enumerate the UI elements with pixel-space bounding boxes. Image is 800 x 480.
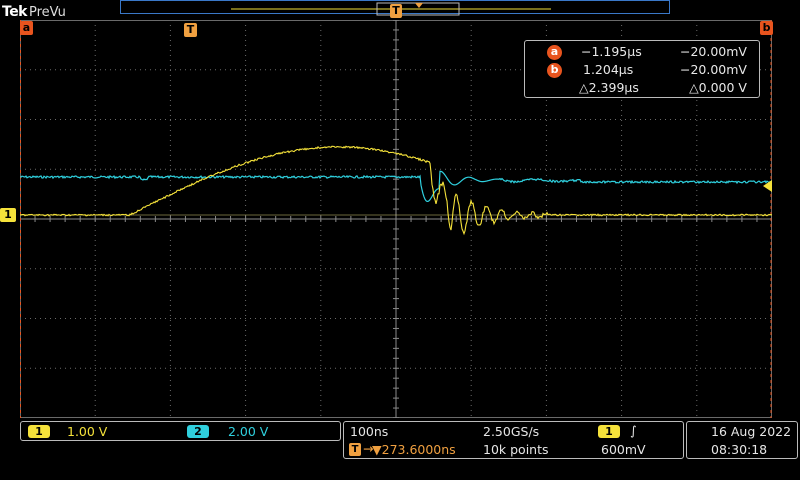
channel-scale-panel: 1 1.00 V 2 2.00 V	[20, 421, 341, 441]
trigger-slope-icon[interactable]: ∫	[630, 423, 637, 438]
cursor-a-badge: a	[547, 45, 562, 60]
trigger-time-marker[interactable]: T	[390, 4, 402, 18]
cursor-a-row: a −1.195µs −20.00mV	[525, 43, 759, 61]
trigger-source-badge[interactable]: 1	[598, 425, 620, 438]
time: 08:30:18	[711, 442, 768, 457]
time-per-div[interactable]: 100ns	[350, 424, 388, 439]
cursor-b-marker[interactable]: b	[760, 21, 773, 35]
record-length: 10k points	[483, 442, 549, 457]
oscilloscope-screen: Tek PreVu a b T T 1 a −1.195µs −20.00mV b…	[0, 0, 800, 480]
trigger-position-marker[interactable]: T	[184, 23, 197, 37]
ch2-scale[interactable]: 2.00 V	[228, 424, 268, 439]
ch1-scale[interactable]: 1.00 V	[67, 424, 107, 439]
cursor-delta-value: △0.000 V	[689, 80, 747, 95]
ch2-badge[interactable]: 2	[187, 425, 209, 438]
cursor-a-marker[interactable]: a	[20, 21, 33, 35]
brand-logo: Tek	[2, 4, 28, 20]
trigger-position[interactable]: ▼273.6000ns	[372, 442, 456, 457]
ch1-badge[interactable]: 1	[28, 425, 50, 438]
cursor-b-badge: b	[547, 63, 562, 78]
cursor-a-time: −1.195µs	[581, 44, 642, 59]
cursor-a-value: −20.00mV	[680, 44, 747, 59]
datetime-panel: 16 Aug 2022 08:30:18	[686, 421, 798, 459]
date: 16 Aug 2022	[711, 424, 792, 439]
ch1-ground-marker[interactable]: 1	[0, 208, 16, 222]
cursor-b-value: −20.00mV	[680, 62, 747, 77]
trigger-level[interactable]: 600mV	[601, 442, 646, 457]
horizontal-trigger-panel: 100ns 2.50GS/s 1 ∫ T → ▼273.6000ns 10k p…	[343, 421, 684, 459]
record-trigger-marker	[415, 3, 423, 8]
cursor-delta-time: △2.399µs	[579, 80, 639, 95]
cursor-b-row: b 1.204µs −20.00mV	[525, 61, 759, 79]
brand: Tek PreVu	[2, 1, 66, 20]
trigger-level-arrow[interactable]	[760, 180, 772, 192]
trigger-time-icon: T	[349, 443, 361, 456]
cursor-readout: a −1.195µs −20.00mV b 1.204µs −20.00mV △…	[524, 40, 760, 98]
cursor-b-time: 1.204µs	[583, 62, 634, 77]
cursor-delta-row: △2.399µs △0.000 V	[525, 79, 759, 97]
acquisition-mode: PreVu	[29, 5, 66, 20]
sample-rate: 2.50GS/s	[483, 424, 540, 439]
